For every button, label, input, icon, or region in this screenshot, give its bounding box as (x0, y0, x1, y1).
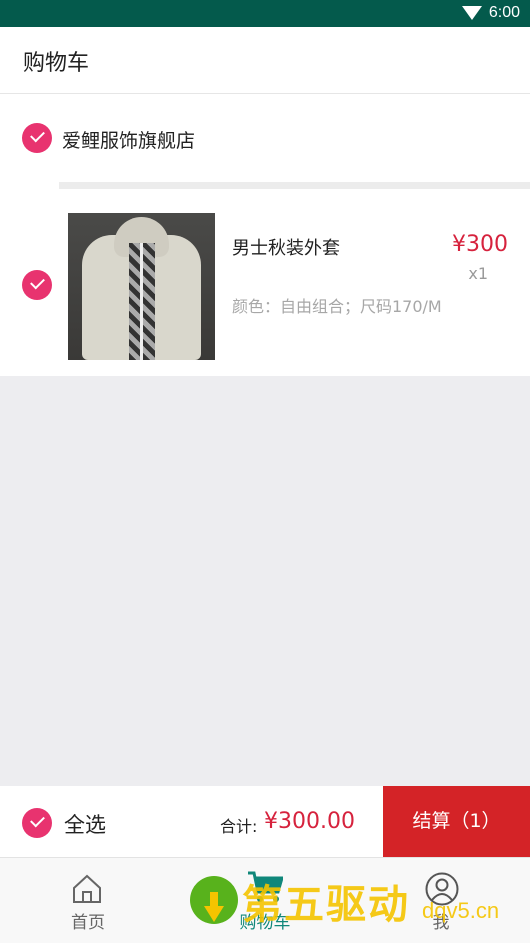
product-attributes: 颜色：自由组合；尺码170/M (232, 297, 442, 316)
total-amount: ¥300.00 (264, 809, 355, 834)
tab-home-label: 首页 (71, 913, 105, 933)
watermark-text: 第五驱动 (242, 882, 410, 928)
divider (59, 182, 530, 189)
status-time: 6:00 (488, 4, 520, 21)
home-icon (73, 874, 101, 903)
product-quantity: x1 (468, 264, 488, 283)
checkout-button[interactable]: 结算（1） (383, 786, 530, 857)
download-icon (190, 876, 238, 924)
product-image[interactable] (68, 213, 215, 360)
watermark: 第五驱动 dqv5.cn (190, 868, 520, 930)
page-header: 购物车 (0, 27, 530, 94)
total-label: 合计: (220, 817, 258, 836)
status-bar: 6:00 (0, 0, 530, 27)
checkout-bar: 全选 合计: ¥300.00 结算（1） (0, 786, 530, 857)
wifi-icon (462, 6, 482, 20)
select-all-label[interactable]: 全选 (64, 809, 106, 839)
store-section: 爱鲤服饰旗舰店 男士秋装外套 颜色：自由组合；尺码170/M ¥300 x1 (0, 94, 530, 376)
watermark-site: dqv5.cn (422, 898, 500, 923)
item-checkbox[interactable] (22, 270, 52, 300)
product-name[interactable]: 男士秋装外套 (232, 234, 340, 260)
product-price: ¥300 (452, 232, 508, 257)
store-name[interactable]: 爱鲤服饰旗舰店 (62, 126, 195, 153)
page-title: 购物车 (23, 51, 90, 76)
store-checkbox[interactable] (22, 123, 52, 153)
tab-home[interactable]: 首页 (28, 858, 148, 943)
select-all-checkbox[interactable] (22, 808, 52, 838)
